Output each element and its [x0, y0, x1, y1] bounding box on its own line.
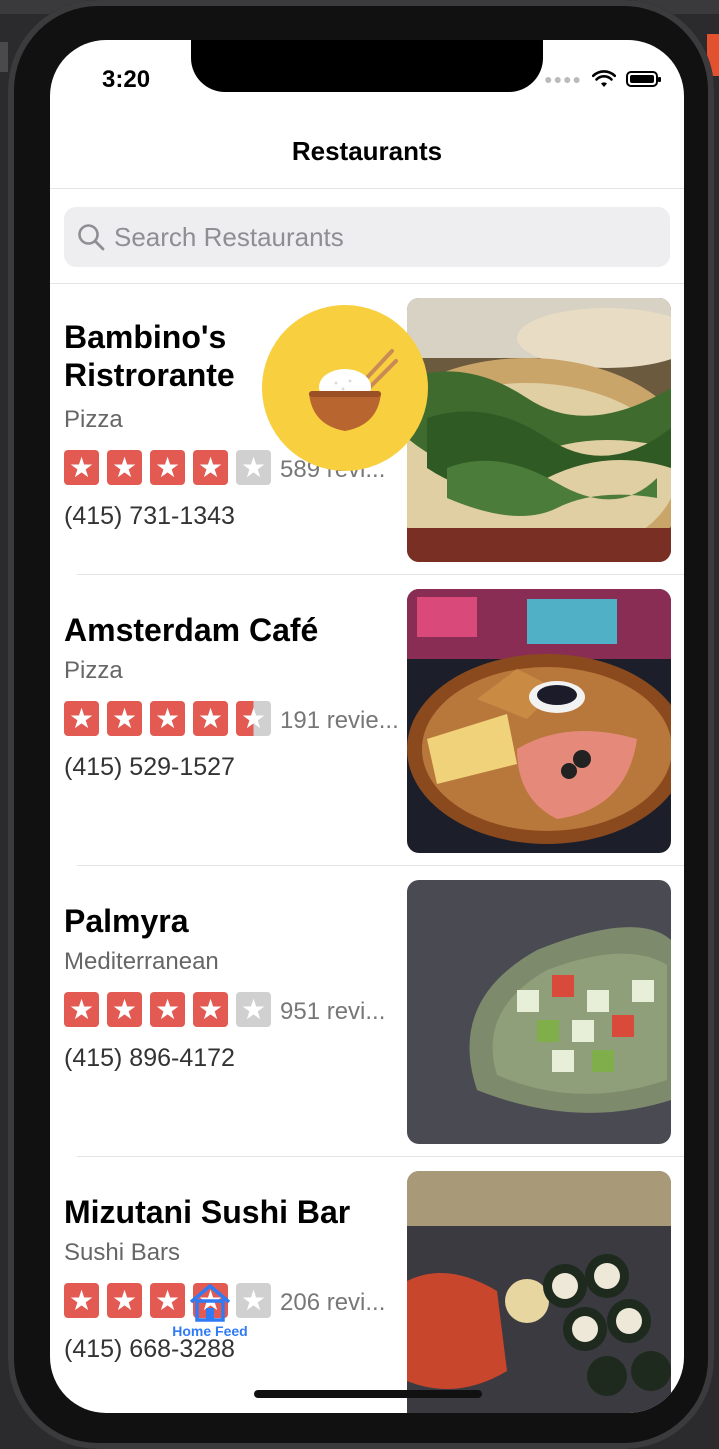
star-icon: ★: [236, 992, 271, 1027]
star-icon: ★: [150, 450, 185, 485]
rating-stars: ★ ★ ★ ★ ★: [64, 450, 271, 485]
restaurant-category: Mediterranean: [64, 948, 219, 975]
home-indicator[interactable]: [254, 1390, 482, 1398]
restaurant-row-amsterdam[interactable]: Amsterdam Café Pizza ★ ★ ★ ★ ★ 191 revie…: [50, 575, 684, 866]
restaurant-photo: [407, 880, 671, 1144]
review-count: 191 revie...: [280, 707, 399, 734]
restaurant-name: Amsterdam Café: [64, 612, 319, 648]
star-icon: ★: [107, 1283, 142, 1318]
restaurant-name: Mizutani Sushi Bar: [64, 1194, 351, 1230]
star-icon: ★: [107, 701, 142, 736]
star-icon: ★: [193, 450, 228, 485]
nav-divider: [50, 188, 684, 189]
status-icons: ●●●●: [544, 70, 661, 88]
review-count: 206 revi...: [280, 1289, 386, 1316]
rating-stars: ★ ★ ★ ★ ★: [64, 992, 271, 1027]
star-icon: ★: [150, 701, 185, 736]
restaurant-category: Pizza: [64, 406, 123, 433]
phone-frame: 3:20 ●●●● Restaurants Search Restaurants…: [8, 0, 714, 1449]
phone-screen: 3:20 ●●●● Restaurants Search Restaurants…: [50, 40, 684, 1413]
star-icon: ★: [193, 701, 228, 736]
page-title: Restaurants: [291, 136, 443, 166]
desktop-left-edge: [0, 42, 8, 72]
restaurant-photo: [407, 298, 671, 562]
star-icon: ★: [64, 1283, 99, 1318]
star-icon: ★: [64, 701, 99, 736]
restaurant-row-mizutani[interactable]: Mizutani Sushi Bar Sushi Bars ★ ★ ★ ★ ★ …: [50, 1157, 684, 1413]
star-icon: ★: [193, 992, 228, 1027]
search-placeholder: Search Restaurants: [114, 221, 344, 252]
rating-stars: ★ ★ ★ ★ ★: [64, 701, 271, 736]
cellular-signal-icon: ●●●●: [544, 71, 582, 87]
phone-number: (415) 529-1527: [64, 753, 235, 781]
battery-icon: [626, 71, 661, 87]
restaurant-photo: [407, 589, 671, 853]
tab-home-feed-label: Home Feed: [172, 1323, 248, 1339]
search-input[interactable]: Search Restaurants: [64, 207, 670, 267]
rice-bowl-fab-button[interactable]: [262, 305, 428, 471]
search-icon: [78, 224, 105, 251]
status-time: 3:20: [102, 66, 151, 93]
wifi-icon: [592, 70, 616, 87]
phone-number: (415) 668-3288: [64, 1335, 235, 1363]
review-count: 951 revi...: [280, 998, 386, 1025]
phone-number: (415) 896-4172: [64, 1044, 235, 1072]
restaurant-category: Pizza: [64, 657, 123, 684]
rice-bowl-icon: [309, 349, 398, 431]
star-icon: ★: [64, 450, 99, 485]
restaurant-category: Sushi Bars: [64, 1239, 181, 1266]
star-half-icon: ★: [236, 701, 271, 736]
restaurant-row-palmyra[interactable]: Palmyra Mediterranean ★ ★ ★ ★ ★ 951 revi…: [50, 866, 684, 1157]
phone-number: (415) 731-1343: [64, 502, 235, 530]
star-icon: ★: [150, 992, 185, 1027]
restaurant-photo: [407, 1171, 671, 1413]
restaurant-name: Palmyra: [64, 903, 189, 939]
home-icon: [189, 1284, 231, 1322]
star-icon: ★: [107, 992, 142, 1027]
star-icon: ★: [107, 450, 142, 485]
tab-home-feed[interactable]: Home Feed: [160, 1282, 260, 1339]
notch: [191, 40, 543, 92]
star-icon: ★: [64, 992, 99, 1027]
